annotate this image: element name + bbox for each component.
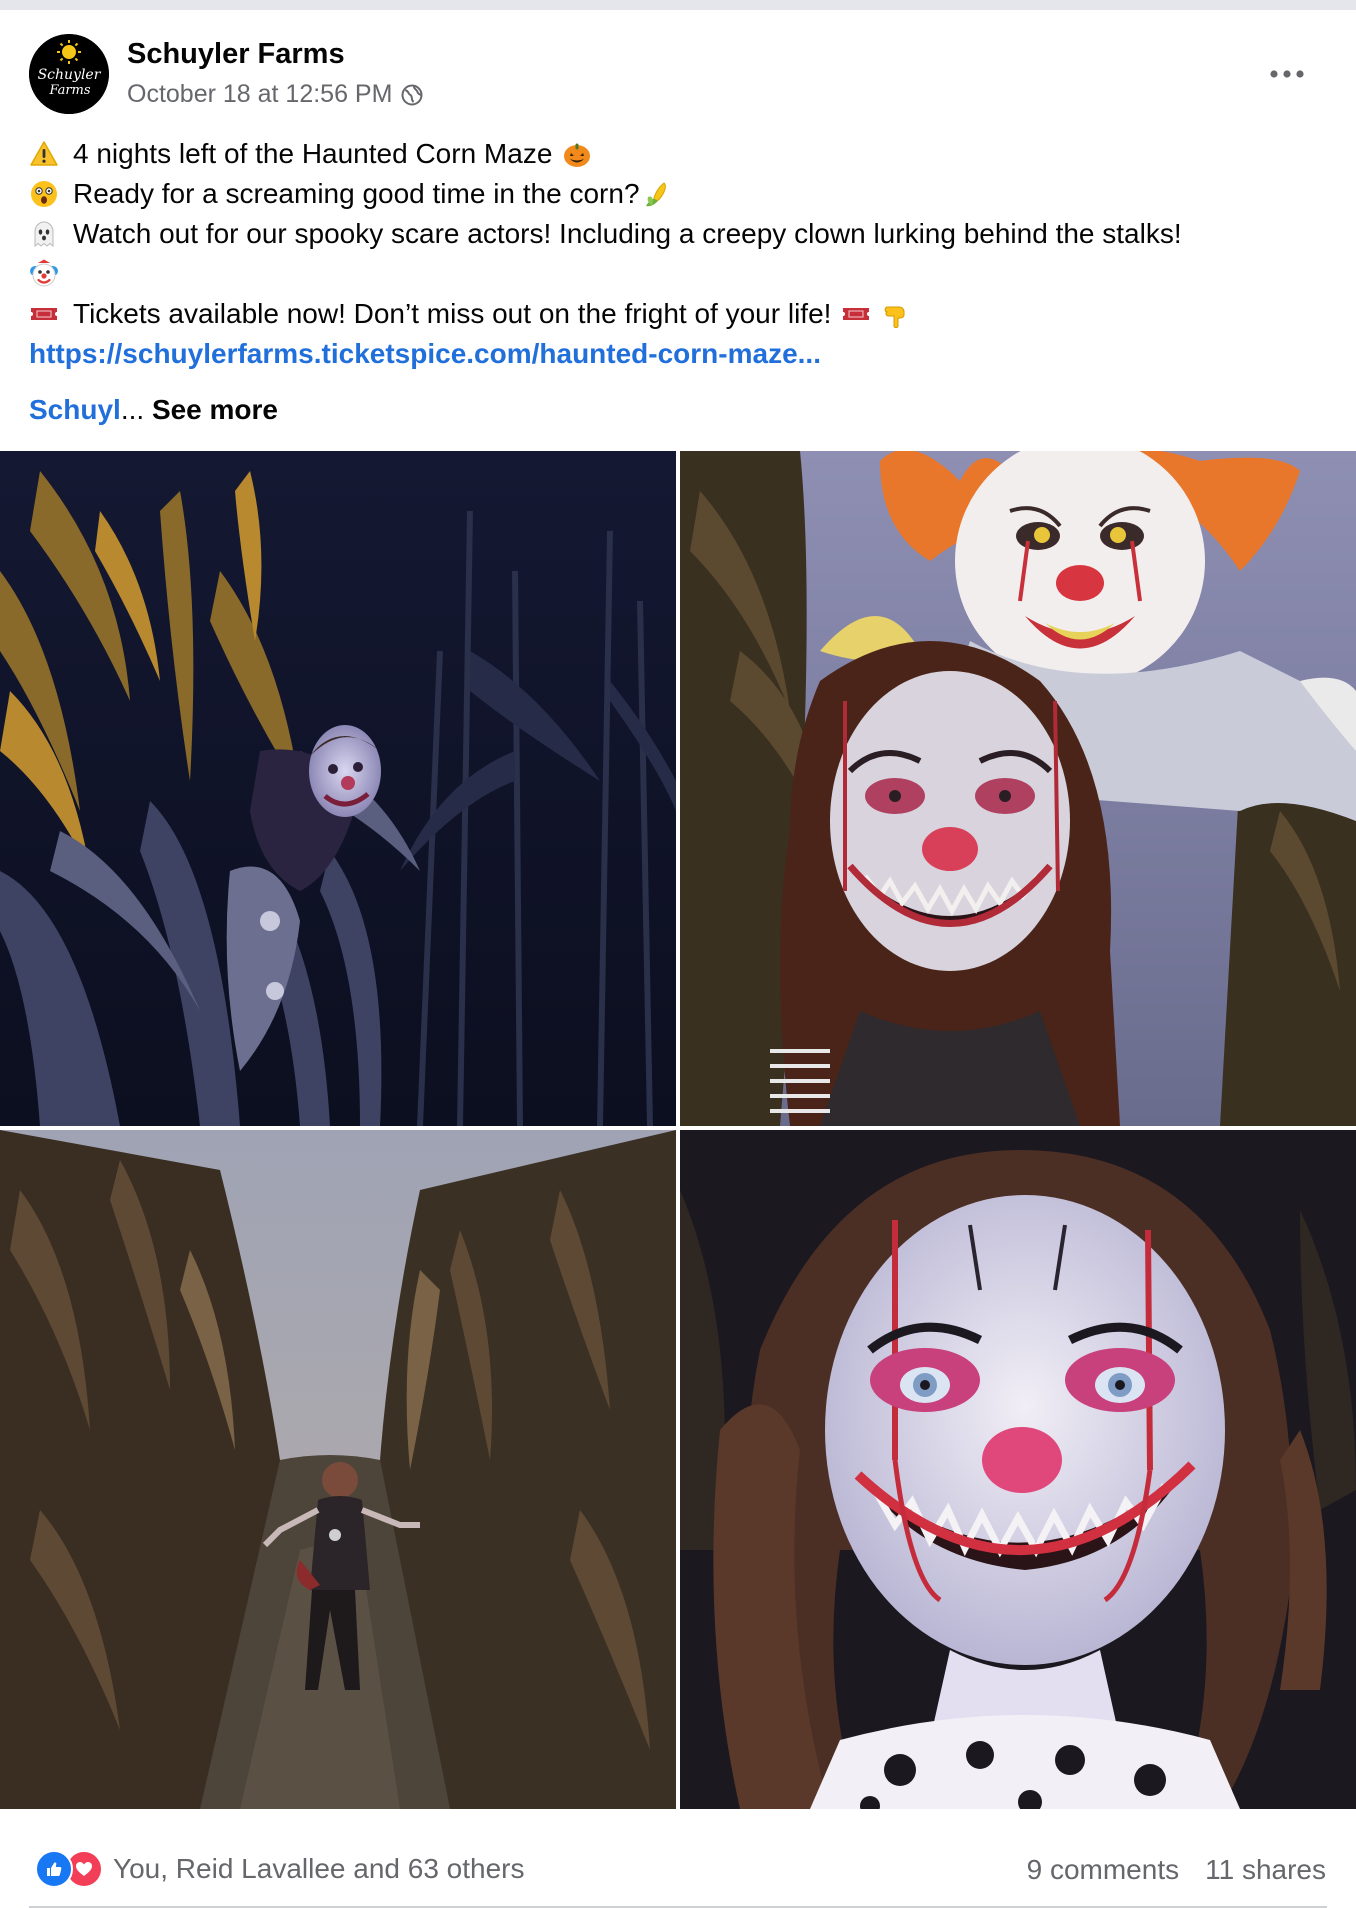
globe-icon[interactable] — [400, 83, 424, 107]
message-line-5: Tickets available now! Don’t miss out on… — [29, 294, 1329, 334]
more-options-button[interactable] — [1262, 56, 1312, 92]
logo-word-1: Schuyler — [38, 67, 102, 83]
see-more-line: Schuyl... See more — [29, 390, 278, 430]
pointing-down-emoji — [885, 306, 905, 328]
feed-background-strip — [0, 0, 1356, 10]
clown-emoji — [30, 259, 58, 287]
jack-o-lantern-emoji — [564, 143, 591, 167]
post-meta: October 18 at 12:56 PM — [127, 80, 424, 109]
warning-emoji — [30, 141, 58, 166]
astonished-face-emoji — [31, 181, 57, 207]
photo-clown-selfie-with-inflatable[interactable] — [680, 451, 1356, 1126]
message-text-1: 4 nights left of the Haunted Corn Maze — [73, 138, 553, 169]
page-name[interactable]: Schuyler Farms — [127, 38, 345, 71]
schuyler-farms-logo: Schuyler Farms — [29, 34, 109, 114]
post-message: 4 nights left of the Haunted Corn Maze R… — [29, 134, 1329, 374]
page-avatar[interactable]: Schuyler Farms — [29, 34, 109, 114]
ellipsis: ... — [120, 394, 145, 425]
photo-grid — [0, 451, 1356, 1821]
ghost-emoji — [34, 221, 54, 248]
message-text-3: Watch out for our spooky scare actors! I… — [73, 218, 1182, 249]
post-card: Schuyler Farms Schuyler Farms October 18… — [0, 10, 1356, 1908]
post-footer: You, Reid Lavallee and 63 others 9 comme… — [0, 1820, 1356, 1908]
tag-link[interactable]: Schuyl — [29, 394, 121, 425]
ticket-emoji — [31, 308, 57, 320]
message-line-2: Ready for a screaming good time in the c… — [29, 174, 1329, 214]
like-icon — [35, 1850, 73, 1888]
ticket-emoji — [843, 308, 870, 320]
reactors-text: You, Reid Lavallee and 63 others — [113, 1853, 525, 1884]
comments-count[interactable]: 9 comments — [1027, 1854, 1180, 1886]
engagement-counts: 9 comments 11 shares — [1027, 1854, 1326, 1886]
message-line-3: Watch out for our spooky scare actors! I… — [29, 214, 1329, 254]
corn-emoji — [645, 182, 666, 207]
message-line-1: 4 nights left of the Haunted Corn Maze — [29, 134, 1329, 174]
post-timestamp[interactable]: October 18 at 12:56 PM — [127, 80, 392, 109]
message-line-4 — [29, 254, 1329, 294]
see-more-button[interactable]: See more — [152, 394, 278, 425]
more-options-icon — [1270, 70, 1304, 78]
shares-count[interactable]: 11 shares — [1205, 1854, 1326, 1886]
reactions-summary[interactable]: You, Reid Lavallee and 63 others — [35, 1850, 525, 1888]
logo-word-2: Farms — [48, 83, 90, 98]
ticket-link[interactable]: https://schuylerfarms.ticketspice.com/ha… — [29, 334, 821, 374]
message-text-2: Ready for a screaming good time in the c… — [73, 178, 640, 209]
photo-clown-in-corn-path[interactable] — [0, 1130, 676, 1809]
message-link-line: https://schuylerfarms.ticketspice.com/ha… — [29, 334, 1329, 374]
post-header: Schuyler Farms Schuyler Farms October 18… — [0, 10, 1356, 120]
photo-clown-face-closeup[interactable] — [680, 1130, 1356, 1809]
photo-clown-in-dark-corn[interactable] — [0, 451, 676, 1126]
message-text-5: Tickets available now! Don’t miss out on… — [73, 298, 832, 329]
